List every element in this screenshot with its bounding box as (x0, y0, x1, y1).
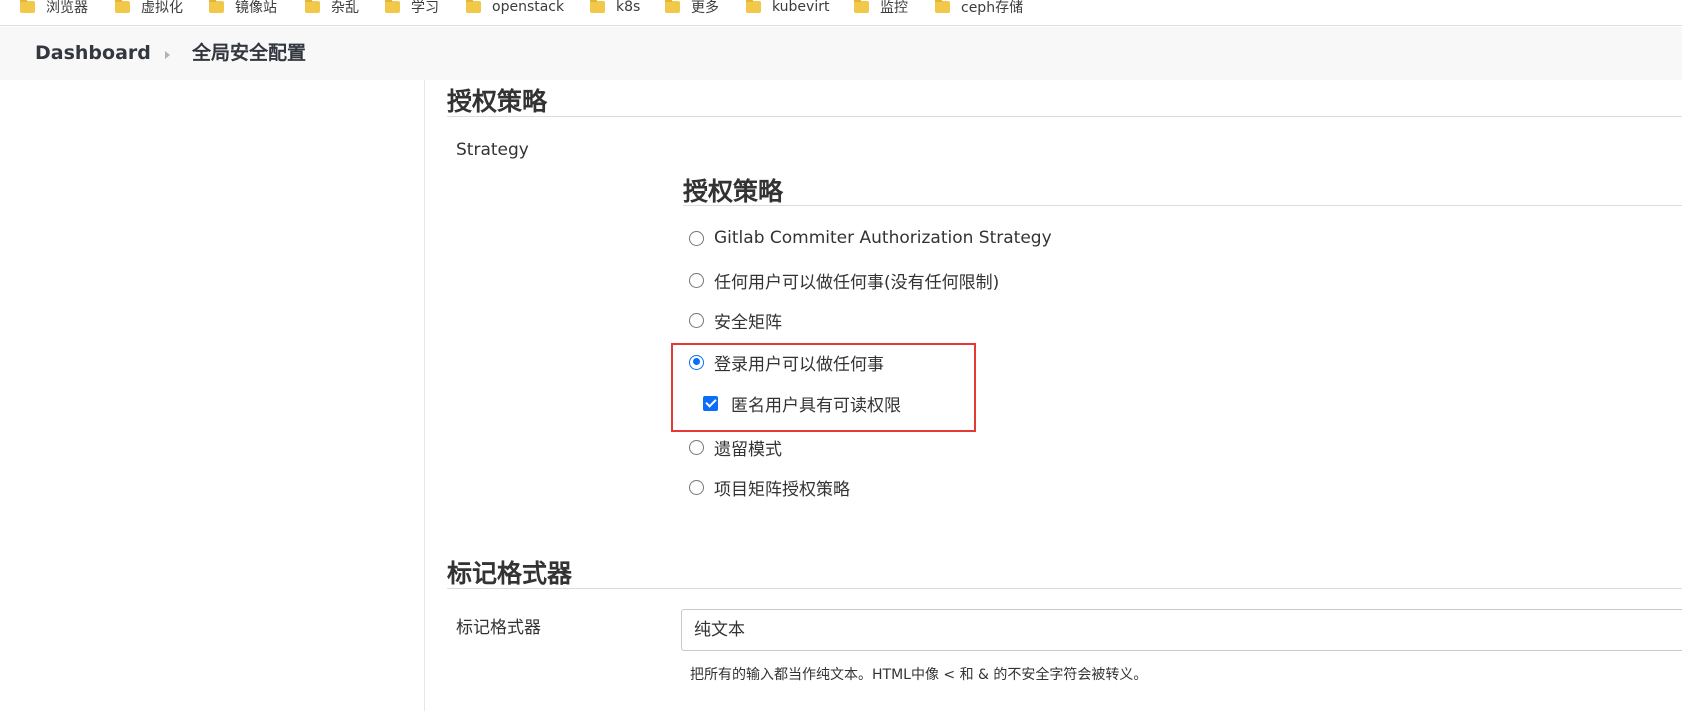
radio-label: 项目矩阵授权策略 (714, 479, 850, 500)
radio-label: 遗留模式 (714, 439, 782, 460)
bookmark-label: openstack (492, 0, 565, 15)
bookmark-kubevirt[interactable]: kubevirt (746, 0, 829, 17)
radio-label: 任何用户可以做任何事(没有任何限制) (714, 272, 1000, 293)
radio-button[interactable] (689, 439, 704, 455)
bookmark-label: 镜像站 (235, 0, 277, 16)
radio-label: Gitlab Commiter Authorization Strategy (714, 228, 1052, 248)
markup-formatter-select[interactable]: 纯文本 (681, 609, 1682, 651)
group-divider (683, 205, 1682, 206)
breadcrumb-global-security[interactable]: 全局安全配置 (192, 27, 306, 80)
bookmark-openstack[interactable]: openstack (466, 0, 564, 17)
bookmark-label: 杂乱 (331, 0, 359, 16)
radio-button[interactable] (689, 272, 704, 288)
folder-icon (305, 0, 320, 13)
section-title-markup-formatter: 标记格式器 (447, 559, 573, 588)
bookmark-more[interactable]: 更多 (665, 0, 719, 17)
breadcrumb: Dashboard 全局安全配置 (0, 27, 1682, 80)
strategy-group-title: 授权策略 (683, 177, 784, 206)
folder-icon (385, 0, 400, 13)
bookmark-ceph[interactable]: ceph存储 (935, 0, 1023, 17)
section-divider (447, 116, 1682, 117)
radio-button[interactable] (689, 479, 704, 495)
radio-project-matrix[interactable]: 项目矩阵授权策略 (689, 476, 850, 500)
radio-button[interactable] (689, 230, 704, 246)
folder-icon (20, 0, 35, 13)
highlight-annotation-box (671, 343, 976, 432)
bookmark-monitoring[interactable]: 监控 (854, 0, 908, 17)
bookmark-label: k8s (616, 0, 641, 15)
radio-button[interactable] (689, 312, 704, 328)
bookmark-mirrors[interactable]: 镜像站 (209, 0, 277, 17)
bookmark-label: 更多 (691, 0, 719, 16)
folder-icon (854, 0, 869, 13)
chevron-right-icon (165, 51, 170, 59)
bookmark-k8s[interactable]: k8s (590, 0, 640, 17)
bookmark-label: 学习 (411, 0, 439, 16)
radio-security-matrix[interactable]: 安全矩阵 (689, 309, 782, 333)
folder-icon (746, 0, 761, 13)
radio-label: 安全矩阵 (714, 312, 782, 333)
section-divider (447, 588, 1682, 589)
radio-anyone-anything[interactable]: 任何用户可以做任何事(没有任何限制) (689, 269, 1000, 293)
bookmark-study[interactable]: 学习 (385, 0, 439, 17)
radio-gitlab-commiter[interactable]: Gitlab Commiter Authorization Strategy (689, 227, 1052, 249)
bookmark-label: 浏览器 (46, 0, 88, 16)
bookmark-misc[interactable]: 杂乱 (305, 0, 359, 17)
sidebar-divider (424, 80, 425, 711)
bookmark-label: 监控 (880, 0, 908, 16)
strategy-label: Strategy (456, 140, 529, 160)
bookmark-label: 虚拟化 (141, 0, 183, 16)
bookmark-label: kubevirt (772, 0, 830, 15)
breadcrumb-dashboard[interactable]: Dashboard (35, 27, 151, 80)
folder-icon (466, 0, 481, 13)
radio-legacy-mode[interactable]: 遗留模式 (689, 436, 782, 460)
bookmarks-bar: 浏览器 虚拟化 镜像站 杂乱 学习 openstack k8s 更多 kubev… (0, 0, 1682, 26)
folder-icon (590, 0, 605, 13)
markup-formatter-help: 把所有的输入都当作纯文本。HTML中像 < 和 & 的不安全字符会被转义。 (690, 667, 1148, 683)
bookmark-label: ceph存储 (961, 0, 1024, 16)
section-title-authorization: 授权策略 (447, 87, 548, 116)
folder-icon (209, 0, 224, 13)
folder-icon (665, 0, 680, 13)
bookmark-virtualization[interactable]: 虚拟化 (115, 0, 183, 17)
folder-icon (115, 0, 130, 13)
folder-icon (935, 0, 950, 13)
bookmark-browsers[interactable]: 浏览器 (20, 0, 88, 17)
markup-formatter-label: 标记格式器 (456, 618, 541, 638)
